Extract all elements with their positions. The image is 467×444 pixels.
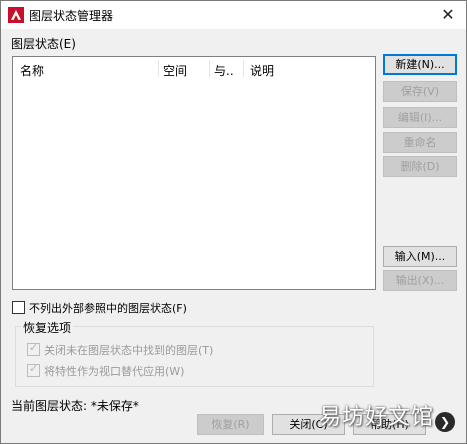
layer-state-manager-dialog: 图层状态管理器 ✕ 图层状态(E) 名称 空间 与.. 说明 新建(N)... …: [0, 0, 467, 444]
viewport-override-label: 将特性作为视口替代应用(W): [44, 365, 185, 378]
import-button[interactable]: 输入(M)...: [383, 246, 457, 267]
column-separator: [243, 60, 244, 77]
list-header: 名称 空间 与.. 说明: [13, 57, 375, 80]
turn-off-layers-label: 关闭未在图层状态中找到的图层(T): [44, 344, 214, 357]
title-bar: 图层状态管理器 ✕: [1, 1, 466, 29]
column-separator: [158, 60, 159, 77]
rename-button[interactable]: 重命名: [383, 132, 457, 153]
save-button[interactable]: 保存(V): [383, 81, 457, 102]
exclude-xref-checkbox[interactable]: [12, 301, 25, 314]
dialog-title: 图层状态管理器: [29, 9, 114, 23]
column-header-space[interactable]: 空间: [163, 62, 187, 78]
column-header-same-as-drawing[interactable]: 与..: [214, 62, 234, 78]
delete-button[interactable]: 删除(D): [383, 156, 457, 177]
column-header-description[interactable]: 说明: [250, 62, 274, 78]
checkmark-icon: ✓: [29, 362, 39, 375]
restore-options-title: 恢复选项: [21, 319, 74, 336]
turn-off-layers-checkbox[interactable]: ✓: [27, 341, 40, 356]
restore-button[interactable]: 恢复(R): [197, 414, 264, 435]
viewport-override-checkbox[interactable]: ✓: [27, 362, 40, 377]
column-separator: [209, 60, 210, 77]
chevron-right-icon: ❯: [435, 412, 455, 432]
column-header-name[interactable]: 名称: [20, 62, 44, 78]
watermark-text: 易坊好文馆: [319, 405, 435, 430]
current-layer-state: 当前图层状态: *未保存*: [11, 399, 139, 413]
new-button[interactable]: 新建(N)...: [383, 54, 457, 75]
export-button[interactable]: 输出(X)...: [383, 270, 457, 291]
layer-states-list[interactable]: 名称 空间 与.. 说明: [12, 56, 376, 290]
close-icon[interactable]: ✕: [430, 1, 466, 29]
autocad-logo-icon: [8, 7, 24, 23]
checkmark-icon: ✓: [29, 341, 39, 354]
layer-states-label: 图层状态(E): [11, 37, 76, 51]
exclude-xref-label: 不列出外部参照中的图层状态(F): [29, 302, 187, 315]
edit-button[interactable]: 编辑(I)...: [383, 107, 457, 128]
